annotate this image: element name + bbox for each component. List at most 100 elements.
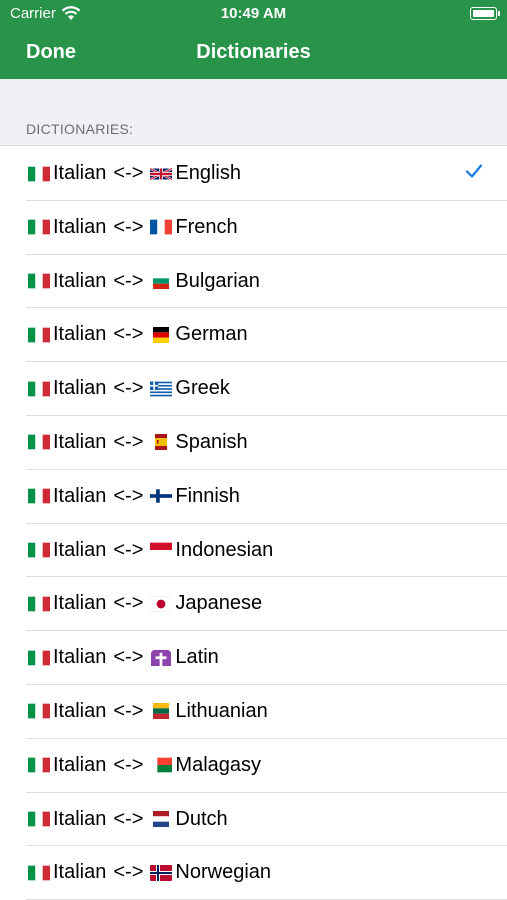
navigation-bar: Done Dictionaries: [0, 28, 507, 79]
language-separator: <->: [113, 538, 144, 561]
source-language: Italian: [53, 699, 107, 722]
target-language: Greek: [175, 377, 230, 400]
flag-italy-icon: [28, 596, 50, 612]
dictionary-row[interactable]: Italian <-> Latin: [0, 631, 507, 685]
flag-japan-icon: [150, 596, 173, 612]
dictionary-row-label: Italian <-> English: [28, 162, 241, 185]
target-language: Norwegian: [175, 861, 272, 884]
target-language: Indonesian: [175, 538, 274, 561]
language-separator: <->: [113, 484, 144, 507]
dictionary-row[interactable]: Italian <-> Malagasy: [0, 738, 507, 793]
dictionary-row-label: Italian <-> Norwegian: [28, 861, 271, 884]
language-separator: <->: [113, 215, 144, 238]
target-language: Spanish: [175, 430, 248, 453]
source-language: Italian: [53, 807, 107, 830]
dictionary-row-label: Italian <-> Latin: [28, 646, 219, 669]
top-bar: Carrier 10:49 AM Done Dictionaries: [0, 0, 507, 79]
target-language: Finnish: [175, 484, 240, 507]
dictionary-row[interactable]: Italian <-> Spanish: [0, 415, 507, 470]
section-header: DICTIONARIES:: [26, 121, 134, 137]
dictionary-row-label: Italian <-> Indonesian: [28, 539, 273, 562]
flag-italy-icon: [28, 488, 50, 504]
dictionary-row-label: Italian <-> Malagasy: [28, 754, 261, 777]
source-language: Italian: [53, 538, 107, 561]
source-language: Italian: [53, 646, 107, 669]
dictionary-row-label: Italian <-> French: [28, 216, 238, 239]
flag-italy-icon: [28, 166, 50, 182]
flag-france-icon: [150, 219, 173, 235]
flag-italy-icon: [28, 434, 50, 450]
dictionary-row[interactable]: Italian <-> Japanese: [0, 577, 507, 632]
language-separator: <->: [113, 646, 144, 669]
flag-italy-icon: [28, 811, 50, 827]
page-title: Dictionaries: [196, 41, 311, 63]
language-separator: <->: [113, 377, 144, 400]
source-language: Italian: [53, 484, 107, 507]
dictionary-row[interactable]: Italian <-> Indonesian: [0, 523, 507, 578]
dictionary-row[interactable]: Italian <-> German: [0, 308, 507, 363]
flag-italy-icon: [28, 703, 50, 719]
flag-norway-icon: [150, 864, 173, 881]
battery-icon: [470, 7, 500, 20]
target-language: German: [175, 323, 248, 346]
dictionary-row[interactable]: Italian <-> Bulgarian: [0, 254, 507, 309]
flag-italy-icon: [28, 542, 50, 558]
dictionary-row[interactable]: Italian <-> Dutch: [0, 792, 507, 847]
language-separator: <->: [113, 592, 144, 615]
target-language: Malagasy: [175, 753, 262, 776]
source-language: Italian: [53, 753, 107, 776]
language-separator: <->: [113, 323, 144, 346]
language-separator: <->: [113, 861, 144, 884]
source-language: Italian: [53, 162, 107, 184]
flag-indonesia-icon: [150, 542, 173, 558]
latin-cross-icon: [150, 649, 172, 666]
source-language: Italian: [53, 430, 107, 453]
source-language: Italian: [53, 215, 107, 238]
source-language: Italian: [53, 269, 107, 292]
target-language: Latin: [175, 646, 219, 669]
dictionary-row-label: Italian <-> Finnish: [28, 485, 240, 508]
flag-italy-icon: [28, 650, 50, 666]
target-language: English: [175, 162, 242, 184]
dictionary-row[interactable]: Italian <-> English: [0, 147, 507, 201]
checkmark-icon: [465, 164, 483, 178]
status-time: 10:49 AM: [220, 5, 287, 22]
language-separator: <->: [113, 430, 144, 453]
dictionary-row[interactable]: Italian <-> Greek: [0, 362, 507, 416]
source-language: Italian: [53, 861, 107, 884]
flag-madagascar-icon: [150, 757, 173, 773]
flag-finland-icon: [150, 488, 173, 504]
flag-netherlands-icon: [150, 811, 172, 828]
flag-bulgaria-icon: [150, 273, 172, 290]
target-language: Japanese: [175, 592, 263, 615]
source-language: Italian: [53, 323, 107, 346]
source-language: Italian: [53, 592, 107, 615]
language-separator: <->: [113, 699, 144, 722]
dictionary-row[interactable]: Italian <-> Finnish: [0, 469, 507, 524]
target-language: Dutch: [175, 807, 228, 830]
dictionary-row-label: Italian <-> Japanese: [28, 592, 262, 615]
language-separator: <->: [113, 162, 144, 184]
dictionary-row[interactable]: Italian <-> French: [0, 200, 507, 255]
dictionary-row-label: Italian <-> Spanish: [28, 431, 248, 454]
dictionary-row-label: Italian <-> Lithuanian: [28, 700, 268, 723]
language-separator: <->: [113, 269, 144, 292]
dictionary-list: Italian <-> English Italian <-> French Italian…: [0, 147, 507, 900]
flag-italy-icon: [28, 273, 50, 289]
flag-germany-icon: [150, 326, 172, 343]
flag-italy-icon: [28, 327, 50, 343]
dictionary-row-label: Italian <-> Dutch: [28, 808, 228, 831]
dictionary-row[interactable]: Italian <-> Norwegian: [0, 846, 507, 900]
source-language: Italian: [53, 377, 107, 400]
flag-italy-icon: [28, 381, 50, 397]
dictionary-row-label: Italian <-> German: [28, 323, 248, 346]
flag-lithuania-icon: [150, 703, 172, 720]
flag-italy-icon: [28, 757, 50, 773]
dictionary-row-label: Italian <-> Bulgarian: [28, 270, 260, 293]
status-bar: Carrier 10:49 AM: [0, 0, 507, 28]
target-language: Bulgarian: [175, 269, 260, 292]
language-separator: <->: [113, 807, 144, 830]
language-separator: <->: [113, 753, 144, 776]
dictionary-row-label: Italian <-> Greek: [28, 377, 230, 400]
dictionary-row[interactable]: Italian <-> Lithuanian: [0, 684, 507, 739]
